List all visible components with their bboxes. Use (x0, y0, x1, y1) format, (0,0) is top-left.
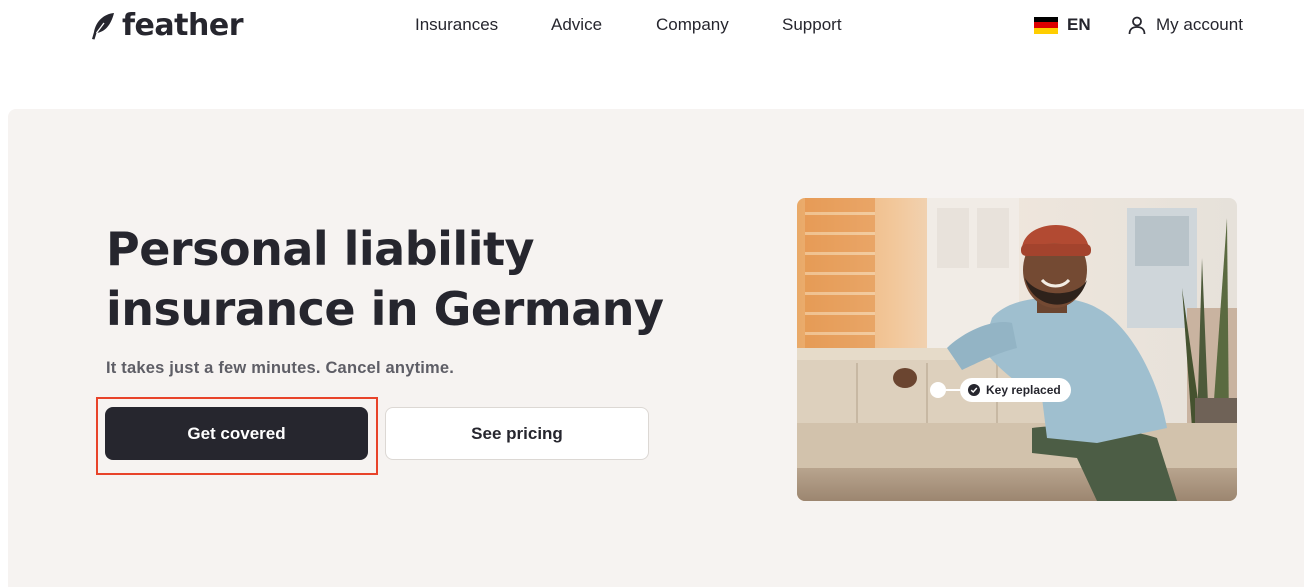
germany-flag-icon (1034, 16, 1058, 34)
language-label: EN (1067, 15, 1091, 34)
language-switcher[interactable]: EN (1034, 15, 1091, 35)
nav-item-insurances[interactable]: Insurances (415, 15, 498, 35)
tag-dot (930, 382, 946, 398)
get-covered-button[interactable]: Get covered (105, 407, 368, 460)
hero-image: Key replaced (797, 198, 1237, 501)
logo-text: feather (122, 8, 243, 43)
feather-logo-icon (92, 12, 114, 39)
tag-label: Key replaced (986, 383, 1061, 397)
see-pricing-button[interactable]: See pricing (385, 407, 649, 460)
site-header: feather Insurances Advice Company Suppor… (0, 0, 1304, 56)
user-icon (1128, 16, 1146, 34)
image-tag: Key replaced (930, 378, 1071, 402)
nav-item-company[interactable]: Company (656, 15, 729, 35)
logo-link[interactable]: feather (90, 8, 243, 43)
my-account-label: My account (1156, 15, 1243, 34)
hero-photo-illustration (797, 198, 1237, 501)
nav-item-advice[interactable]: Advice (551, 15, 602, 35)
hero-subtitle: It takes just a few minutes. Cancel anyt… (106, 359, 455, 377)
nav-item-support[interactable]: Support (782, 15, 842, 35)
hero-section: Personal liability insurance in Germany … (8, 109, 1304, 587)
hero-title: Personal liability insurance in Germany (106, 222, 664, 336)
my-account-link[interactable]: My account (1128, 15, 1243, 35)
tag-pill: Key replaced (960, 378, 1071, 402)
tag-connector (946, 389, 960, 391)
check-icon (968, 384, 980, 396)
